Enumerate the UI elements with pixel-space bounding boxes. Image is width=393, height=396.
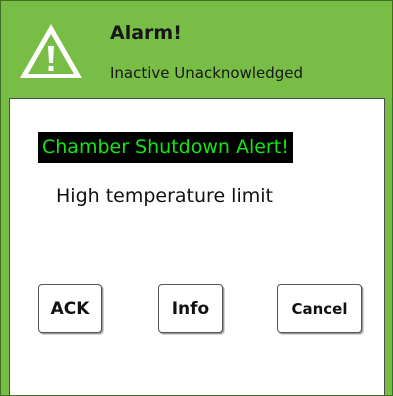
- alarm-status: Inactive Unacknowledged: [110, 64, 304, 82]
- ack-button[interactable]: ACK: [38, 284, 102, 333]
- alert-banner: Chamber Shutdown Alert!: [38, 132, 293, 163]
- alarm-title: Alarm!: [110, 22, 182, 44]
- info-button[interactable]: Info: [158, 284, 223, 333]
- alarm-dialog: Alarm! Inactive Unacknowledged Chamber S…: [0, 0, 393, 396]
- alarm-header: Alarm! Inactive Unacknowledged: [1, 1, 392, 92]
- alert-message: High temperature limit: [56, 185, 273, 207]
- warning-triangle-icon: [20, 24, 82, 78]
- cancel-button[interactable]: Cancel: [277, 284, 362, 333]
- alarm-content-panel: Chamber Shutdown Alert! High temperature…: [9, 98, 385, 395]
